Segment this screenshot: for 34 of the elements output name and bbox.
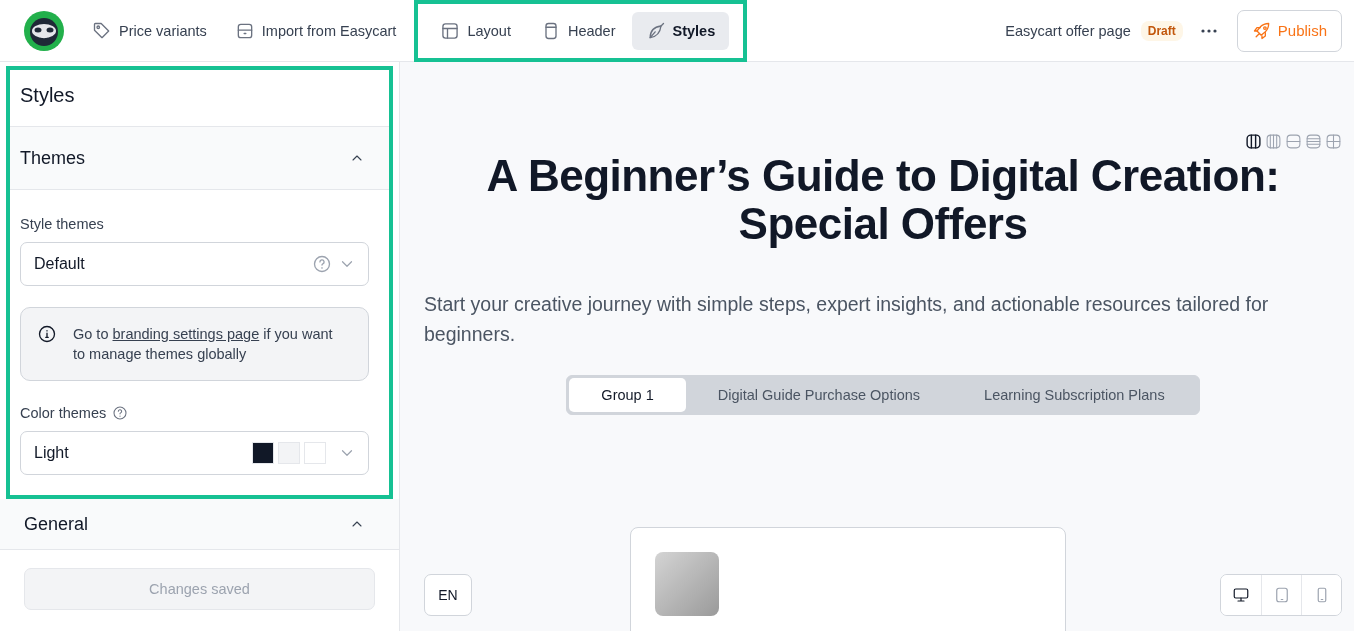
status-badge: Draft <box>1140 20 1183 41</box>
more-icon[interactable] <box>1200 28 1217 33</box>
group-tab[interactable]: Group 1 <box>569 378 686 412</box>
color-theme-select[interactable]: Light <box>20 431 369 475</box>
monitor-icon <box>1232 586 1250 604</box>
layout-option-icon[interactable] <box>1245 133 1262 150</box>
toolbar-button[interactable]: Import from Easycart <box>220 11 411 50</box>
language-button[interactable]: EN <box>424 574 472 616</box>
sloth-logo[interactable] <box>24 10 64 51</box>
photo-placeholder <box>655 552 719 616</box>
section-header[interactable]: Themes <box>10 126 389 190</box>
field-label: Style themes <box>20 216 104 232</box>
page-name: Easycart offer page <box>1005 22 1131 39</box>
group-tab[interactable]: Learning Subscription Plans <box>952 378 1197 412</box>
view-tab[interactable]: Header <box>526 11 630 50</box>
rocket-icon <box>1251 20 1272 41</box>
view-tab[interactable]: Styles <box>631 11 730 50</box>
panel-title: Styles <box>19 83 76 108</box>
section-header[interactable]: General <box>0 499 399 550</box>
field-label: Color themes <box>20 405 107 421</box>
help-icon <box>312 254 332 274</box>
page-heading: A Beginner’s Guide to Digital Creation: Special Offers <box>485 152 1281 248</box>
info-icon <box>37 324 57 344</box>
page-subtitle: Start your creative journey with simple steps, expert insights, and actionable resources tailored for beginners. <box>424 292 1270 347</box>
branding-settings-link[interactable]: branding settings page <box>112 326 260 342</box>
toolbar-button[interactable]: Price variants <box>78 11 221 50</box>
view-tab[interactable]: Layout <box>426 11 525 50</box>
info-text: Go to branding settings page if you want to manage themes globally <box>73 325 334 364</box>
group-tab[interactable]: Digital Guide Purchase Options <box>685 378 953 412</box>
layout-icon <box>440 20 461 41</box>
help-icon <box>112 405 129 421</box>
theme-select[interactable]: Default <box>20 242 369 286</box>
tag-icon <box>92 20 112 41</box>
device-button[interactable] <box>1301 575 1341 615</box>
